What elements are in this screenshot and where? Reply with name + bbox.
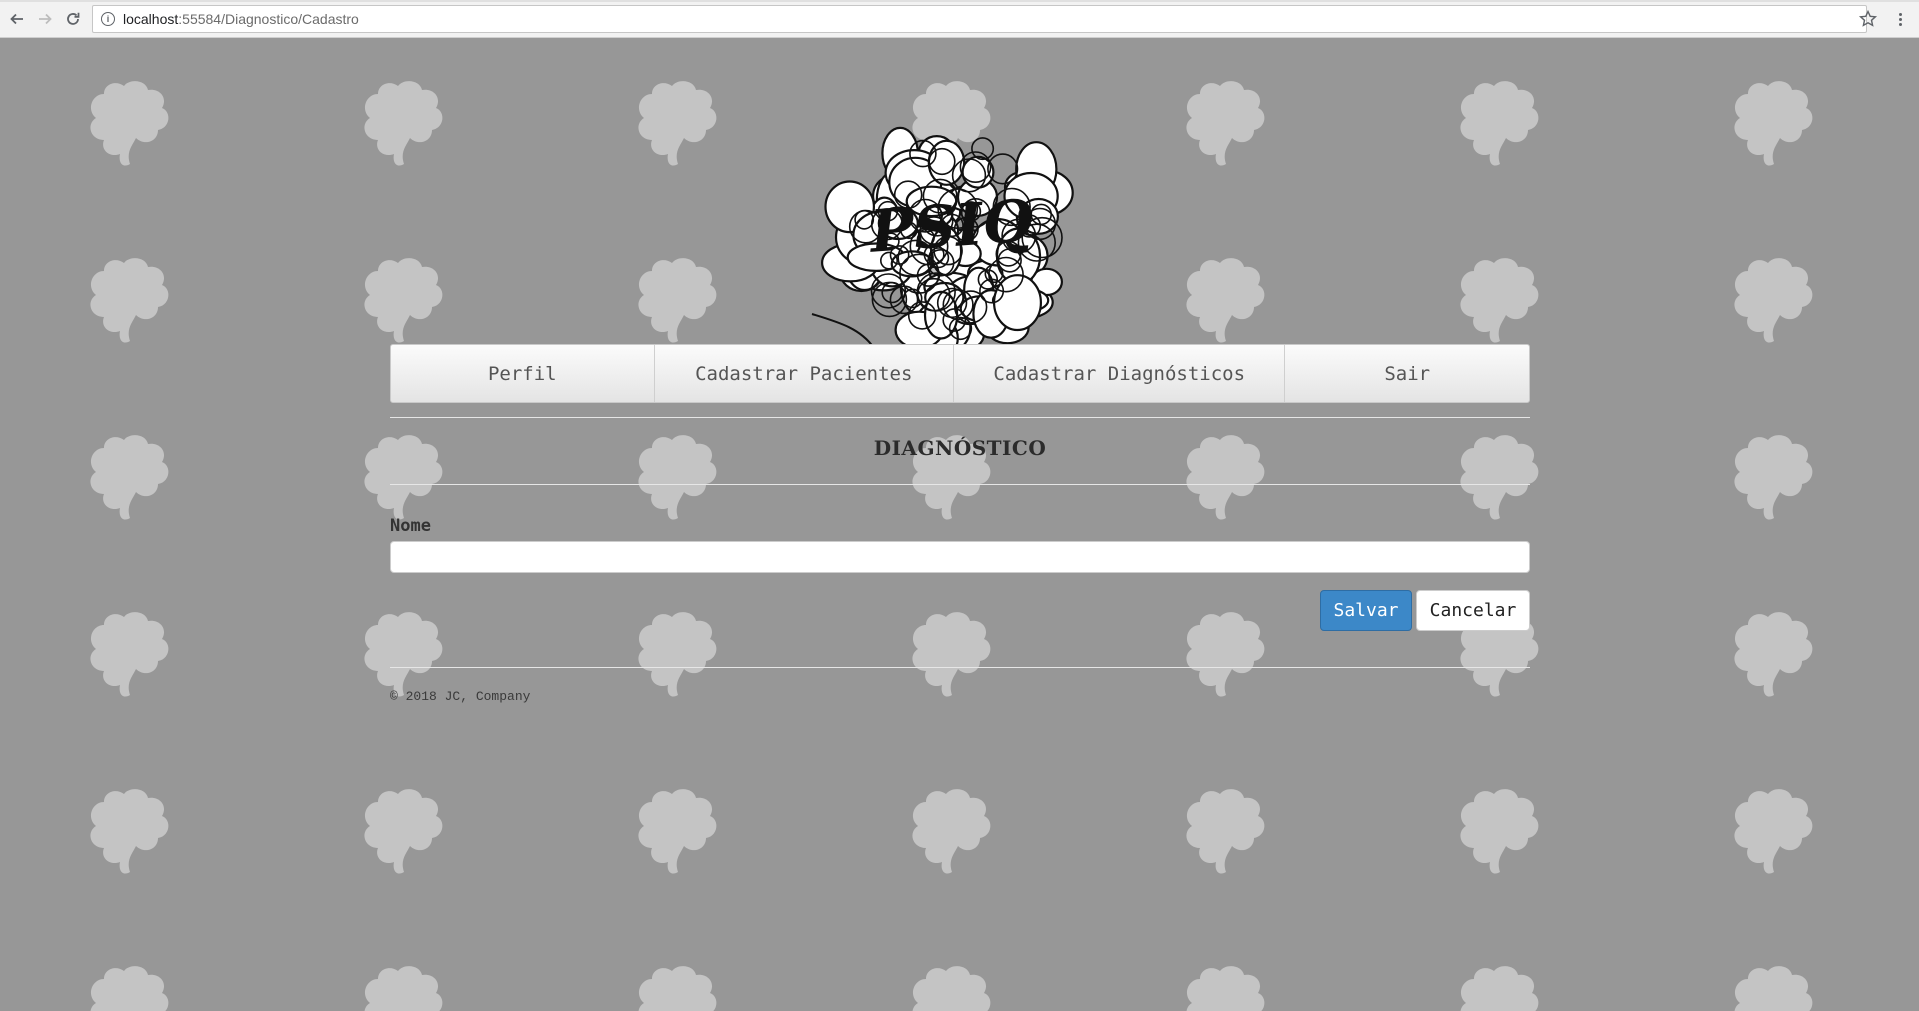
brain-pattern-shape [912, 966, 991, 1011]
brain-pattern-shape [90, 81, 169, 166]
divider [390, 417, 1530, 418]
back-button[interactable] [6, 8, 28, 30]
brain-pattern-shape [1734, 789, 1813, 874]
nav-cadastrar-diagnosticos[interactable]: Cadastrar Diagnósticos [954, 345, 1286, 402]
brain-pattern-shape [364, 612, 443, 697]
arrow-right-icon [39, 13, 52, 25]
page-viewport: PSIQ Perfil Cadastrar Pacientes Cadastra… [0, 38, 1919, 1011]
brain-pattern-shape [1186, 258, 1265, 343]
forward-button[interactable] [34, 8, 56, 30]
brain-pattern-shape [638, 81, 717, 166]
logo-text: PSIQ [866, 186, 1035, 265]
brain-pattern-shape [364, 966, 443, 1011]
brain-pattern-shape [638, 258, 717, 343]
divider [390, 484, 1530, 485]
brain-pattern-shape [1734, 258, 1813, 343]
reload-button[interactable] [62, 8, 84, 30]
brain-pattern-shape [364, 789, 443, 874]
name-label: Nome [390, 516, 431, 536]
address-bar[interactable]: i localhost:55584/Diagnostico/Cadastro [92, 5, 1867, 33]
brain-pattern-shape [1460, 966, 1539, 1011]
url-host: localhost [123, 11, 179, 27]
tab-strip-edge [0, 0, 1919, 2]
brain-pattern-shape [1734, 612, 1813, 697]
info-icon[interactable]: i [101, 12, 115, 26]
brain-pattern-shape [90, 966, 169, 1011]
brain-pattern-shape [1460, 789, 1539, 874]
brain-pattern-shape [1734, 81, 1813, 166]
brain-pattern-shape [90, 258, 169, 343]
brain-pattern-shape [1186, 81, 1265, 166]
brain-pattern-shape [90, 612, 169, 697]
brain-pattern-shape [912, 612, 991, 697]
nav-perfil[interactable]: Perfil [391, 345, 655, 402]
brain-pattern-shape [364, 81, 443, 166]
brain-pattern-shape [1186, 966, 1265, 1011]
brain-pattern-shape [912, 789, 991, 874]
brain-pattern-shape [638, 612, 717, 697]
brain-pattern-shape [1734, 435, 1813, 520]
brain-pattern-shape [1734, 966, 1813, 1011]
brain-pattern-shape [1460, 81, 1539, 166]
divider [390, 667, 1530, 668]
brain-pattern-shape [638, 966, 717, 1011]
psiq-logo: PSIQ [811, 126, 1074, 358]
footer-copyright: © 2018 JC, Company [390, 689, 531, 704]
arrow-left-icon [10, 13, 23, 25]
cancel-button[interactable]: Cancelar [1416, 590, 1530, 631]
kebab-menu-icon[interactable] [1890, 9, 1910, 29]
save-button[interactable]: Salvar [1320, 590, 1412, 631]
brain-pattern-shape [1186, 612, 1265, 697]
brain-pattern-shape [364, 258, 443, 343]
brain-pattern-shape [90, 435, 169, 520]
brain-pattern-shape [90, 789, 169, 874]
brain-pattern-shape [1186, 789, 1265, 874]
brain-pattern-shape [638, 789, 717, 874]
nav-sair[interactable]: Sair [1285, 345, 1529, 402]
name-input[interactable] [390, 541, 1530, 573]
browser-toolbar: i localhost:55584/Diagnostico/Cadastro [0, 0, 1919, 38]
main-nav: Perfil Cadastrar Pacientes Cadastrar Dia… [390, 344, 1530, 403]
page-title: DIAGNÓSTICO [873, 436, 1047, 460]
url-path: :55584/Diagnostico/Cadastro [178, 11, 359, 27]
star-icon[interactable] [1858, 9, 1878, 29]
brain-pattern-shape [1460, 258, 1539, 343]
nav-cadastrar-pacientes[interactable]: Cadastrar Pacientes [655, 345, 954, 402]
reload-icon [67, 12, 80, 25]
